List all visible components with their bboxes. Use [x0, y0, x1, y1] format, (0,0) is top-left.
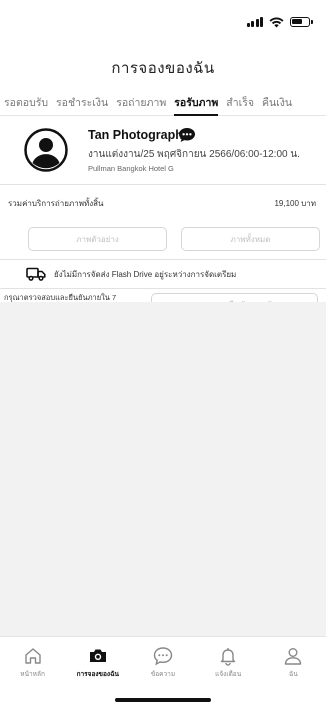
signal-icon	[245, 17, 263, 27]
nav-notifications-label: แจ้งเตือน	[215, 671, 242, 678]
nav-home[interactable]: หน้าหลัก	[3, 645, 63, 679]
total-row: รวมค่าบริการถ่ายภาพทั้งสิ้น 19,100 บาท	[0, 185, 326, 221]
tab-awaiting-shoot[interactable]: รอถ่ายภาพ	[116, 90, 166, 116]
camera-icon	[89, 649, 106, 662]
booking-location: Pullman Bangkok Hotel G	[88, 164, 174, 173]
wifi-icon	[269, 17, 284, 28]
status-bar	[0, 0, 326, 44]
nav-profile-label: ฉัน	[288, 671, 298, 678]
avatar[interactable]	[24, 128, 68, 172]
nav-my-bookings-label: การจองของฉัน	[76, 671, 119, 678]
delivery-notice-text: ยังไม่มีการจัดส่ง Flash Drive อยู่ระหว่า…	[54, 269, 237, 279]
nav-notifications[interactable]: แจ้งเตือน	[198, 645, 258, 679]
tab-refund[interactable]: คืนเงิน	[262, 90, 292, 116]
battery-icon	[290, 17, 313, 27]
total-value: 19,100 บาท	[274, 198, 316, 208]
user-icon	[285, 648, 302, 665]
tab-pending[interactable]: รอตอบรับ	[4, 90, 48, 116]
all-photos-button[interactable]: ภาพทั้งหมด	[181, 227, 320, 251]
nav-profile[interactable]: ฉัน	[263, 645, 323, 679]
phone-screen: การจองของฉัน รอตอบรับ รอชำระเงิน รอถ่ายภ…	[0, 0, 326, 706]
delivery-truck-icon	[26, 267, 46, 281]
nav-messages[interactable]: ข้อความ	[133, 645, 193, 679]
empty-content-area	[0, 302, 326, 638]
page-title: การจองของฉัน	[111, 60, 215, 77]
tab-awaiting-payment[interactable]: รอชำระเงิน	[56, 90, 108, 116]
status-tabs: รอตอบรับ รอชำระเงิน รอถ่ายภาพ รอรับภาพ ส…	[0, 90, 326, 116]
delivery-notice: ยังไม่มีการจัดส่ง Flash Drive อยู่ระหว่า…	[0, 260, 326, 288]
tab-completed[interactable]: สำเร็จ	[226, 90, 254, 116]
photographer-row[interactable]: Tan Photographer งานแต่งงาน/25 พฤศจิกายน…	[0, 122, 326, 184]
bottom-nav: หน้าหลัก การจองของฉัน ข้อความ แจ้งเตือน …	[0, 636, 326, 692]
nav-home-label: หน้าหลัก	[20, 671, 45, 678]
photo-buttons-row: ภาพตัวอย่าง ภาพทั้งหมด	[0, 221, 326, 259]
total-label: รวมค่าบริการถ่ายภาพทั้งสิ้น	[8, 198, 104, 208]
tab-awaiting-photos[interactable]: รอรับภาพ	[174, 90, 219, 116]
chat-icon	[153, 647, 173, 666]
nav-my-bookings[interactable]: การจองของฉัน	[68, 645, 128, 679]
nav-messages-label: ข้อความ	[150, 671, 176, 678]
home-icon	[24, 648, 41, 664]
sample-photos-button[interactable]: ภาพตัวอย่าง	[28, 227, 167, 251]
chat-bubble-icon[interactable]	[178, 127, 196, 143]
booking-detail: งานแต่งงาน/25 พฤศจิกายน 2566/06:00-12:00…	[88, 149, 300, 160]
bell-icon	[220, 648, 236, 666]
home-indicator[interactable]	[115, 698, 211, 702]
